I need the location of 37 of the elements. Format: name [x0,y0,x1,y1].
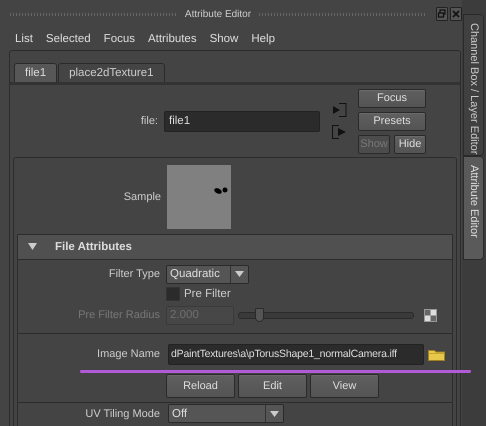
menu-item[interactable]: List [15,33,33,45]
node-tab[interactable]: place2dTexture1 [58,63,165,82]
sample-label: Sample [122,191,162,203]
image-button[interactable]: Edit [238,374,307,398]
texture-sample-swatch [167,165,231,229]
menu-item[interactable]: Help [251,33,276,45]
uv-tiling-mode-label: UV Tiling Mode [84,408,161,420]
filter-type-label: Filter Type [108,268,161,280]
input-connection-icon[interactable] [332,103,346,117]
pre-filter-checkbox[interactable] [166,287,180,301]
node-label: file: [140,115,159,127]
menu-item[interactable]: Selected [46,33,91,45]
editor-button[interactable]: Presets [358,112,426,130]
window-title: Attribute Editor [184,8,252,20]
image-name-field[interactable]: dPaintTextures\a\pTorusShape1_normalCamera.iff [168,344,424,364]
pre-filter-label: Pre Filter [184,288,231,300]
image-button[interactable]: View [310,374,379,398]
filter-type-dropdown[interactable]: Quadratic [166,264,249,284]
editor-button[interactable]: Hide [394,134,426,154]
menu-item[interactable]: Focus [104,33,135,45]
editor-button[interactable]: Focus [358,88,426,108]
float-window-icon[interactable] [436,7,448,21]
node-tab[interactable]: file1 [14,63,58,82]
texture-map-icon[interactable] [424,308,437,322]
collapse-triangle-icon[interactable] [28,243,37,251]
uv-tiling-mode-dropdown[interactable]: Off [168,404,284,423]
folder-icon[interactable] [428,348,445,360]
dock-tab[interactable]: Channel Box / Layer Editor [463,14,484,156]
section-title[interactable]: File Attributes [55,241,132,253]
output-connection-icon[interactable] [332,125,346,139]
close-icon[interactable] [450,7,462,21]
dock-tab[interactable]: Attribute Editor [463,156,484,260]
node-name-field[interactable]: file1 [164,110,320,132]
menu-item[interactable]: Show [210,33,238,45]
image-name-label: Image Name [96,348,161,360]
menu-item[interactable]: Attributes [148,33,197,45]
image-button[interactable]: Reload [166,374,235,398]
